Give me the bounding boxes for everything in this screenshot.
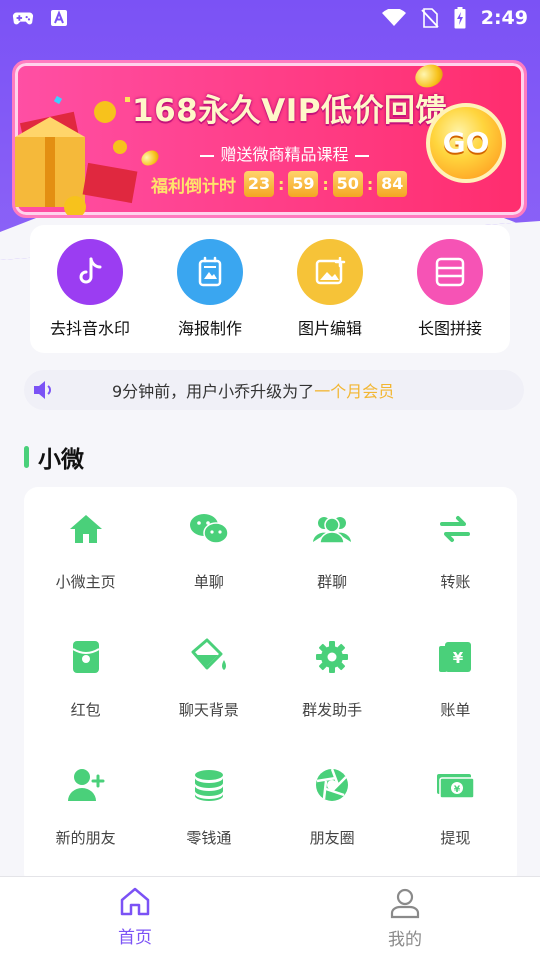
transfer-icon bbox=[433, 507, 477, 551]
grid-item-transfer[interactable]: 转账 bbox=[394, 507, 517, 635]
wechat-icon bbox=[187, 507, 231, 551]
vip-promo-banner[interactable]: 168永久VIP低价回馈 赠送微商精品课程 福利倒计时 23 : 59 : 50… bbox=[12, 60, 527, 218]
nav-home[interactable]: 首页 bbox=[0, 877, 270, 960]
wifi-icon bbox=[381, 9, 406, 26]
tiktok-icon bbox=[57, 239, 123, 305]
speaker-icon bbox=[34, 381, 51, 399]
grid-label: 提现 bbox=[440, 829, 471, 847]
grid-item-red-packet[interactable]: 红包 bbox=[24, 635, 147, 763]
banner-subtitle-text: 赠送微商精品课程 bbox=[220, 145, 349, 164]
grid-label: 账单 bbox=[440, 701, 471, 719]
feature-grid: 小微主页 单聊 群聊 转账 红包 聊天背景 群发助手 ¥ 账单 新的朋友 零钱通… bbox=[24, 487, 517, 891]
status-bar: 2:49 bbox=[0, 0, 540, 36]
notice-text: 9分钟前，用户小乔升级为了一个月会员 bbox=[112, 378, 394, 402]
countdown-seconds: 50 bbox=[332, 171, 363, 197]
grid-label: 朋友圈 bbox=[309, 829, 355, 847]
tools-card: 去抖音水印 海报制作 图片编辑 长图拼接 bbox=[30, 225, 510, 353]
nav-mine-label: 我的 bbox=[388, 930, 422, 950]
cash-icon: ¥ bbox=[433, 763, 477, 807]
grid-item-single-chat[interactable]: 单聊 bbox=[147, 507, 270, 635]
tool-poster-maker[interactable]: 海报制作 bbox=[155, 239, 265, 353]
status-time: 2:49 bbox=[480, 7, 528, 29]
tool-long-image-stitch[interactable]: 长图拼接 bbox=[395, 239, 505, 353]
gear-icon bbox=[310, 635, 354, 679]
svg-text:¥: ¥ bbox=[453, 649, 464, 667]
long-image-icon bbox=[417, 239, 483, 305]
gamepad-icon bbox=[12, 12, 34, 25]
grid-label: 聊天背景 bbox=[178, 701, 239, 719]
section-title: 小微 bbox=[24, 440, 84, 474]
moments-icon bbox=[310, 763, 354, 807]
home-outline-icon bbox=[120, 887, 150, 916]
tool-label: 海报制作 bbox=[177, 319, 242, 338]
home-icon bbox=[64, 507, 108, 551]
bill-icon: ¥ bbox=[433, 635, 477, 679]
tool-remove-tiktok-watermark[interactable]: 去抖音水印 bbox=[35, 239, 145, 353]
grid-item-change-pass[interactable]: 零钱通 bbox=[147, 763, 270, 891]
grid-label: 转账 bbox=[440, 573, 471, 591]
countdown-minutes: 59 bbox=[288, 171, 319, 197]
paint-bucket-icon bbox=[187, 635, 231, 679]
nav-home-label: 首页 bbox=[118, 928, 152, 948]
add-friend-icon bbox=[64, 763, 108, 807]
battery-charging-icon bbox=[454, 7, 466, 29]
grid-item-new-friends[interactable]: 新的朋友 bbox=[24, 763, 147, 891]
group-icon bbox=[310, 507, 354, 551]
grid-item-chat-background[interactable]: 聊天背景 bbox=[147, 635, 270, 763]
grid-label: 零钱通 bbox=[186, 829, 232, 847]
grid-item-mass-send[interactable]: 群发助手 bbox=[271, 635, 394, 763]
go-button[interactable]: GO bbox=[426, 103, 506, 183]
a-icon bbox=[51, 10, 67, 26]
section-bar bbox=[24, 446, 29, 468]
coins-icon bbox=[187, 763, 231, 807]
grid-label: 单聊 bbox=[193, 573, 224, 591]
grid-label: 新的朋友 bbox=[55, 829, 116, 847]
countdown: 福利倒计时 23 : 59 : 50 : 84 bbox=[151, 171, 408, 197]
feature-grid-card: 小微主页 单聊 群聊 转账 红包 聊天背景 群发助手 ¥ 账单 新的朋友 零钱通… bbox=[24, 487, 517, 887]
poster-icon bbox=[177, 239, 243, 305]
red-packet-icon bbox=[64, 635, 108, 679]
countdown-hours: 23 bbox=[244, 171, 274, 197]
grid-label: 群聊 bbox=[317, 573, 348, 591]
grid-item-group-chat[interactable]: 群聊 bbox=[271, 507, 394, 635]
tool-label: 去抖音水印 bbox=[49, 319, 130, 338]
bottom-nav: 首页 我的 bbox=[0, 876, 540, 960]
grid-label: 红包 bbox=[70, 701, 101, 719]
nav-mine[interactable]: 我的 bbox=[270, 877, 540, 960]
user-icon bbox=[390, 888, 420, 919]
tool-label: 长图拼接 bbox=[417, 319, 482, 338]
grid-item-withdraw[interactable]: ¥ 提现 bbox=[394, 763, 517, 891]
section-title-text: 小微 bbox=[38, 447, 84, 473]
grid-item-moments[interactable]: 朋友圈 bbox=[271, 763, 394, 891]
grid-label: 群发助手 bbox=[302, 701, 363, 719]
image-edit-icon bbox=[297, 239, 363, 305]
notice-highlight: 一个月会员 bbox=[314, 382, 395, 401]
notice-bar: 9分钟前，用户小乔升级为了一个月会员 bbox=[24, 370, 524, 410]
svg-text:¥: ¥ bbox=[454, 785, 461, 795]
countdown-label: 福利倒计时 bbox=[151, 176, 236, 197]
tool-label: 图片编辑 bbox=[297, 319, 362, 338]
no-sim-icon bbox=[421, 8, 439, 28]
grid-item-bill[interactable]: ¥ 账单 bbox=[394, 635, 517, 763]
grid-label: 小微主页 bbox=[55, 573, 116, 591]
notice-message: 9分钟前，用户小乔升级为了 bbox=[112, 382, 315, 401]
countdown-centiseconds: 84 bbox=[377, 171, 408, 197]
grid-item-home[interactable]: 小微主页 bbox=[24, 507, 147, 635]
tool-image-edit[interactable]: 图片编辑 bbox=[275, 239, 385, 353]
